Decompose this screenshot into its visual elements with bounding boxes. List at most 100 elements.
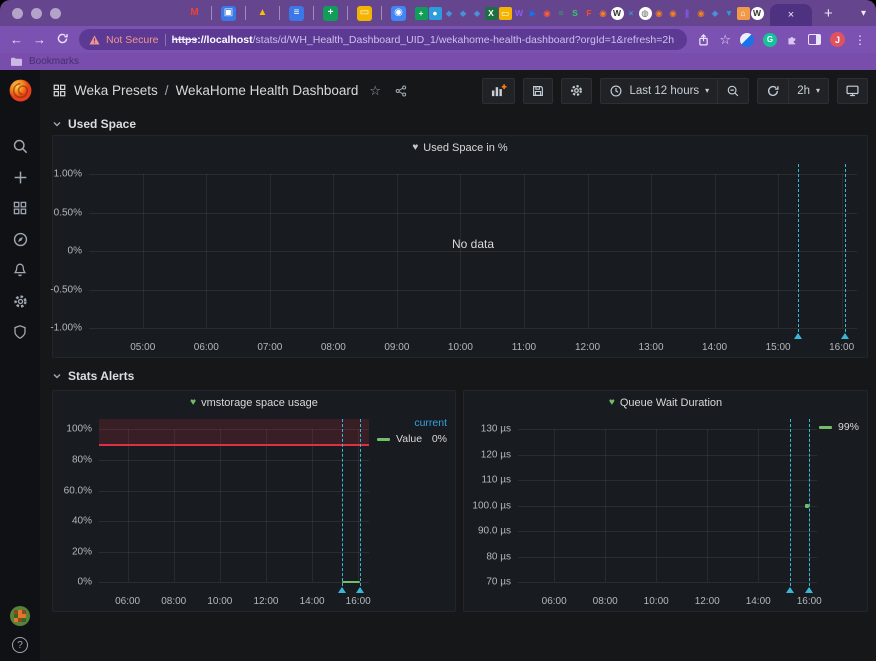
annotation-marker-icon[interactable]	[805, 587, 813, 593]
close-window-button[interactable]	[12, 8, 23, 19]
panel-title-bar[interactable]: ♥ Used Space in %	[53, 136, 867, 160]
active-tab[interactable]: ×	[770, 4, 812, 26]
pinned-tab[interactable]: F	[583, 7, 596, 20]
pinned-tab[interactable]: ▲	[255, 6, 270, 21]
profile-avatar[interactable]: J	[830, 32, 845, 47]
pinned-tab[interactable]: ≡	[289, 6, 304, 21]
minimize-window-button[interactable]	[31, 8, 42, 19]
breadcrumb-folder[interactable]: Weka Presets	[74, 83, 158, 98]
pinned-tab[interactable]: ◉	[597, 7, 610, 20]
panel-title[interactable]: Used Space in %	[423, 142, 507, 154]
pinned-tab[interactable]: ◆	[709, 7, 722, 20]
panel-title-bar[interactable]: ♥ Queue Wait Duration	[464, 391, 867, 415]
forward-button[interactable]: →	[33, 33, 46, 46]
annotation-marker-icon[interactable]	[786, 587, 794, 593]
explore-compass-icon[interactable]	[11, 230, 29, 248]
plot-region[interactable]: 100%80%60.0%40%20%0%06:0008:0010:0012:00…	[99, 419, 369, 591]
pinned-tab[interactable]: ◆	[471, 7, 484, 20]
save-dashboard-button[interactable]	[523, 78, 553, 104]
pinned-tab[interactable]: ◆	[443, 7, 456, 20]
address-bar[interactable]: Not Secure https://localhost/stats/d/WH_…	[79, 29, 687, 50]
pinned-tab[interactable]: +	[323, 6, 338, 21]
grafana-logo[interactable]	[8, 78, 33, 103]
refresh-button[interactable]	[758, 79, 788, 103]
dashboard-settings-button[interactable]	[561, 78, 592, 104]
grammarly-extension-icon[interactable]: G	[763, 33, 777, 47]
panel-used-space[interactable]: ♥ Used Space in % 1.00%0.50%0%-0.50%-1.0…	[52, 135, 868, 358]
pinned-tab[interactable]: =	[555, 7, 568, 20]
pinned-tab[interactable]: M	[187, 6, 202, 21]
panel-title[interactable]: Queue Wait Duration	[620, 397, 722, 409]
plot-region[interactable]: 1.00%0.50%0%-0.50%-1.00%05:0006:0007:000…	[89, 164, 857, 337]
bookmark-star-icon[interactable]: ☆	[719, 32, 731, 48]
pinned-tab[interactable]: ▭	[357, 6, 372, 21]
bookmarks-folder-label[interactable]: Bookmarks	[29, 56, 79, 67]
pinned-tab[interactable]: ▶	[527, 7, 540, 20]
panel-queue-wait-duration[interactable]: ♥ Queue Wait Duration 130 µs120 µs110 µs…	[463, 390, 868, 612]
pinned-tab[interactable]: ∥	[681, 7, 694, 20]
pinned-tab[interactable]: ×	[625, 7, 638, 20]
legend-current-header[interactable]: current	[377, 417, 447, 429]
maximize-window-button[interactable]	[50, 8, 61, 19]
pinned-tab[interactable]: ▭	[499, 7, 512, 20]
alerting-bell-icon[interactable]	[11, 261, 29, 279]
add-panel-button[interactable]	[482, 78, 515, 104]
panel-title[interactable]: vmstorage space usage	[201, 397, 318, 409]
annotation-marker-icon[interactable]	[841, 333, 849, 339]
annotation-marker-icon[interactable]	[794, 333, 802, 339]
pinned-tab[interactable]: ◉	[541, 7, 554, 20]
favorite-star-icon[interactable]: ☆	[369, 83, 381, 99]
side-panel-icon[interactable]	[808, 34, 821, 45]
pinned-tab[interactable]: ◉	[653, 7, 666, 20]
create-icon[interactable]	[11, 168, 29, 186]
pinned-tab[interactable]: ◉	[667, 7, 680, 20]
pinned-tab[interactable]: W	[513, 7, 526, 20]
annotation-marker-icon[interactable]	[338, 587, 346, 593]
dashboards-icon[interactable]	[11, 199, 29, 217]
pinned-tab[interactable]: ●	[429, 7, 442, 20]
tv-mode-button[interactable]	[837, 78, 868, 104]
extension-icon[interactable]	[740, 33, 754, 47]
pinned-tab[interactable]: ◆	[457, 7, 470, 20]
time-range-picker[interactable]: Last 12 hours ▾	[601, 79, 717, 103]
share-dashboard-icon[interactable]	[394, 84, 408, 98]
refresh-interval-picker[interactable]: 2h ▾	[789, 79, 828, 103]
tab-list-caret-icon[interactable]: ▾	[861, 8, 866, 19]
legend-series-label[interactable]: 99%	[838, 421, 859, 433]
legend-item[interactable]: Value0%	[377, 433, 447, 445]
extensions-puzzle-icon[interactable]	[786, 33, 799, 46]
row-stats-alerts[interactable]: Stats Alerts	[52, 364, 868, 388]
new-tab-button[interactable]: +	[824, 5, 833, 22]
annotation-marker-icon[interactable]	[356, 587, 364, 593]
pinned-tab[interactable]: ▼	[723, 7, 736, 20]
server-admin-shield-icon[interactable]	[11, 323, 29, 341]
pinned-tab[interactable]: X	[485, 7, 498, 20]
back-button[interactable]: ←	[10, 33, 23, 46]
close-tab-icon[interactable]: ×	[788, 9, 794, 21]
help-icon[interactable]: ?	[12, 637, 28, 653]
pinned-tab[interactable]: ◉	[695, 7, 708, 20]
security-status-label[interactable]: Not Secure	[106, 34, 159, 46]
user-avatar[interactable]	[10, 606, 30, 626]
pinned-tab[interactable]: ◍	[639, 7, 652, 20]
legend-series-label[interactable]: Value	[396, 433, 422, 445]
search-icon[interactable]	[11, 137, 29, 155]
reload-button[interactable]	[56, 32, 69, 47]
browser-menu-icon[interactable]: ⋮	[854, 33, 866, 47]
row-title[interactable]: Used Space	[68, 117, 136, 131]
row-used-space[interactable]: Used Space	[52, 113, 868, 135]
pinned-tab[interactable]: +	[415, 7, 428, 20]
panel-vmstorage-space-usage[interactable]: ♥ vmstorage space usage 100%80%60.0%40%2…	[52, 390, 456, 612]
configuration-gear-icon[interactable]	[11, 292, 29, 310]
pinned-tab[interactable]: S	[569, 7, 582, 20]
pinned-tab[interactable]: W	[751, 7, 764, 20]
pinned-tab[interactable]: ⌂	[737, 7, 750, 20]
breadcrumb-dashboard-title[interactable]: WekaHome Health Dashboard	[176, 83, 359, 98]
panel-title-bar[interactable]: ♥ vmstorage space usage	[53, 391, 455, 415]
row-title[interactable]: Stats Alerts	[68, 369, 134, 383]
pinned-tab[interactable]: ◉	[391, 6, 406, 21]
zoom-out-button[interactable]	[718, 79, 748, 103]
legend-item[interactable]: 99%	[819, 421, 859, 433]
pinned-tab[interactable]: ▣	[221, 6, 236, 21]
plot-region[interactable]: 130 µs120 µs110 µs100.0 µs90.0 µs80 µs70…	[518, 419, 817, 591]
